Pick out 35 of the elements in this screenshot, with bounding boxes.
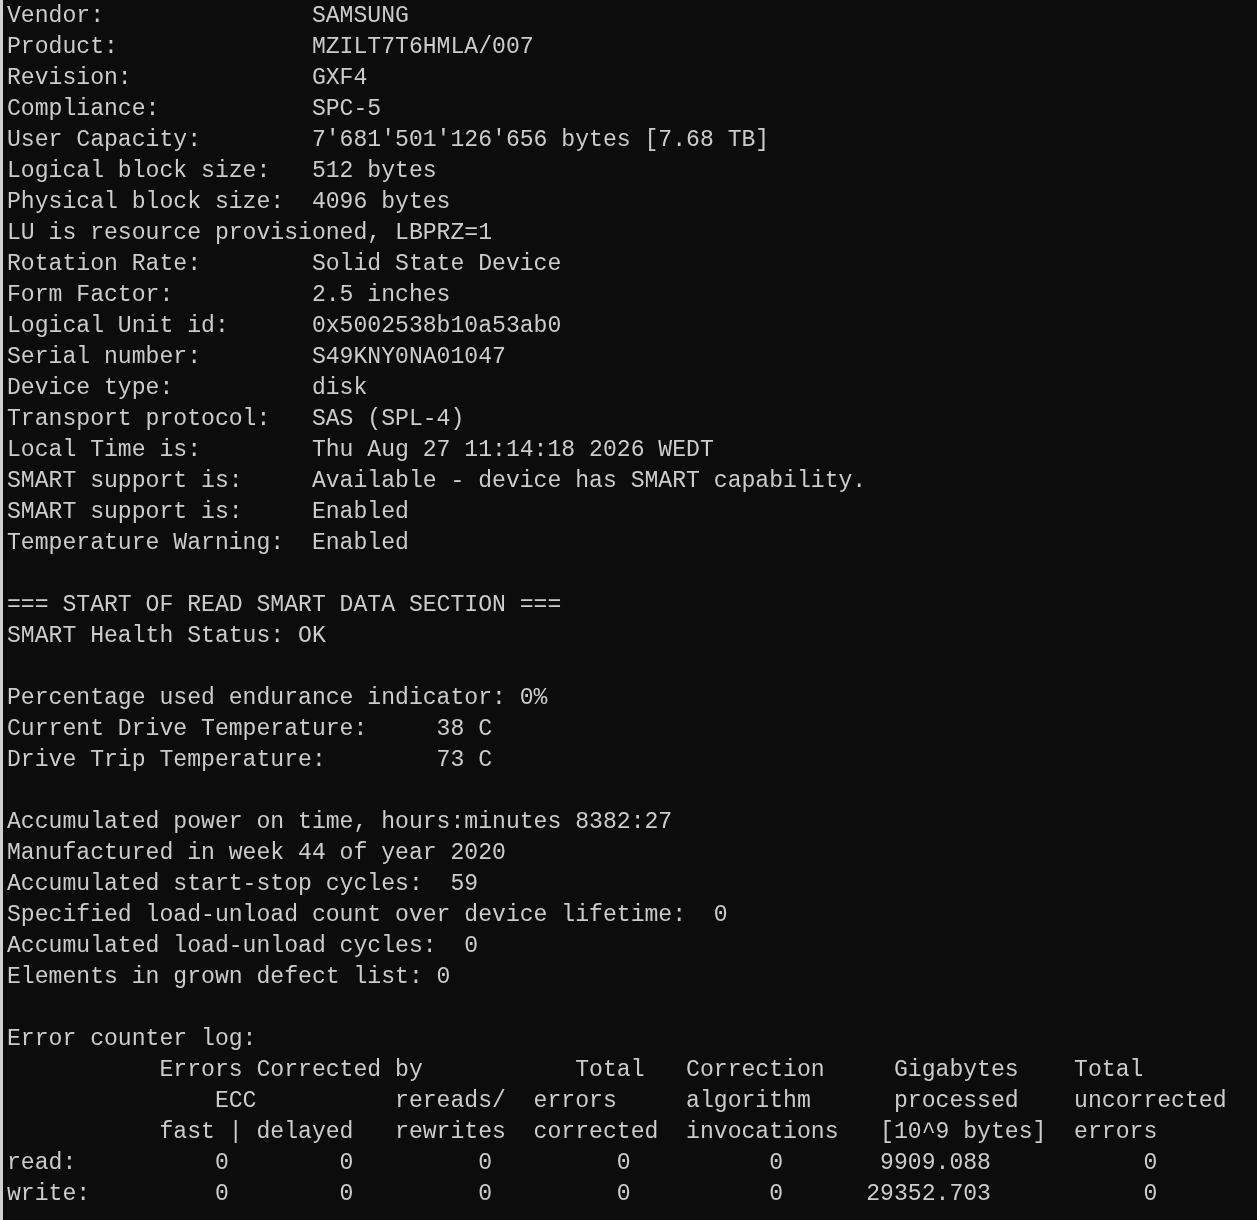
terminal-line: Percentage used endurance indicator: 0% (7, 685, 548, 711)
terminal-line: Product: MZILT7T6HMLA/007 (7, 34, 534, 60)
terminal-line: Current Drive Temperature: 38 C (7, 716, 493, 742)
terminal-line: SMART Health Status: OK (7, 623, 326, 649)
terminal-line: read: 0 0 0 0 0 9909.088 0 (7, 1150, 1158, 1176)
terminal-line: Accumulated power on time, hours:minutes 8382:27 (7, 809, 673, 835)
terminal-line: Device type: disk (7, 375, 368, 401)
terminal-line: === START OF READ SMART DATA SECTION === (7, 592, 562, 618)
terminal-line: SMART support is: Enabled (7, 499, 409, 525)
terminal-line: Compliance: SPC-5 (7, 96, 382, 122)
terminal-line: Temperature Warning: Enabled (7, 530, 409, 556)
terminal-line: Manufactured in week 44 of year 2020 (7, 840, 506, 866)
terminal-line: Logical Unit id: 0x5002538b10a53ab0 (7, 313, 562, 339)
terminal-line: User Capacity: 7'681'501'126'656 bytes [7.68 TB] (7, 127, 770, 153)
terminal-line: Rotation Rate: Solid State Device (7, 251, 562, 277)
terminal-line: Errors Corrected by Total Correction Gigabytes Total (158, 1057, 1144, 1083)
terminal-line: Serial number: S49KNY0NA01047 (7, 344, 506, 370)
terminal-line: Logical block size: 512 bytes (7, 158, 437, 184)
terminal-line: Specified load-unload count over device lifetime: 0 (7, 902, 728, 928)
terminal-line: Transport protocol: SAS (SPL-4) (7, 406, 465, 432)
terminal-line: Accumulated start-stop cycles: 59 (7, 871, 479, 897)
terminal-line: SMART support is: Available - device has SMART capability. (7, 468, 867, 494)
terminal-line: Vendor: SAMSUNG (7, 3, 409, 29)
terminal-line: Form Factor: 2.5 inches (7, 282, 451, 308)
terminal-line: Elements in grown defect list: 0 (7, 964, 451, 990)
terminal-line: ECC rereads/ errors algorithm processed uncorrected (213, 1088, 1227, 1114)
terminal-line: Drive Trip Temperature: 73 C (7, 747, 493, 773)
terminal-line: fast | delayed rewrites corrected invocations [10^9 bytes] errors (158, 1119, 1158, 1145)
terminal-line: Error counter log: (7, 1026, 257, 1052)
terminal-line: write: 0 0 0 0 0 29352.703 0 (7, 1181, 1158, 1207)
terminal-line: Local Time is: Thu Aug 27 11:14:18 2026 WEDT (7, 437, 714, 463)
terminal-line: Accumulated load-unload cycles: 0 (7, 933, 479, 959)
terminal-line: Revision: GXF4 (7, 65, 368, 91)
terminal-line: Physical block size: 4096 bytes (7, 189, 451, 215)
terminal-line: LU is resource provisioned, LBPRZ=1 (7, 220, 493, 246)
